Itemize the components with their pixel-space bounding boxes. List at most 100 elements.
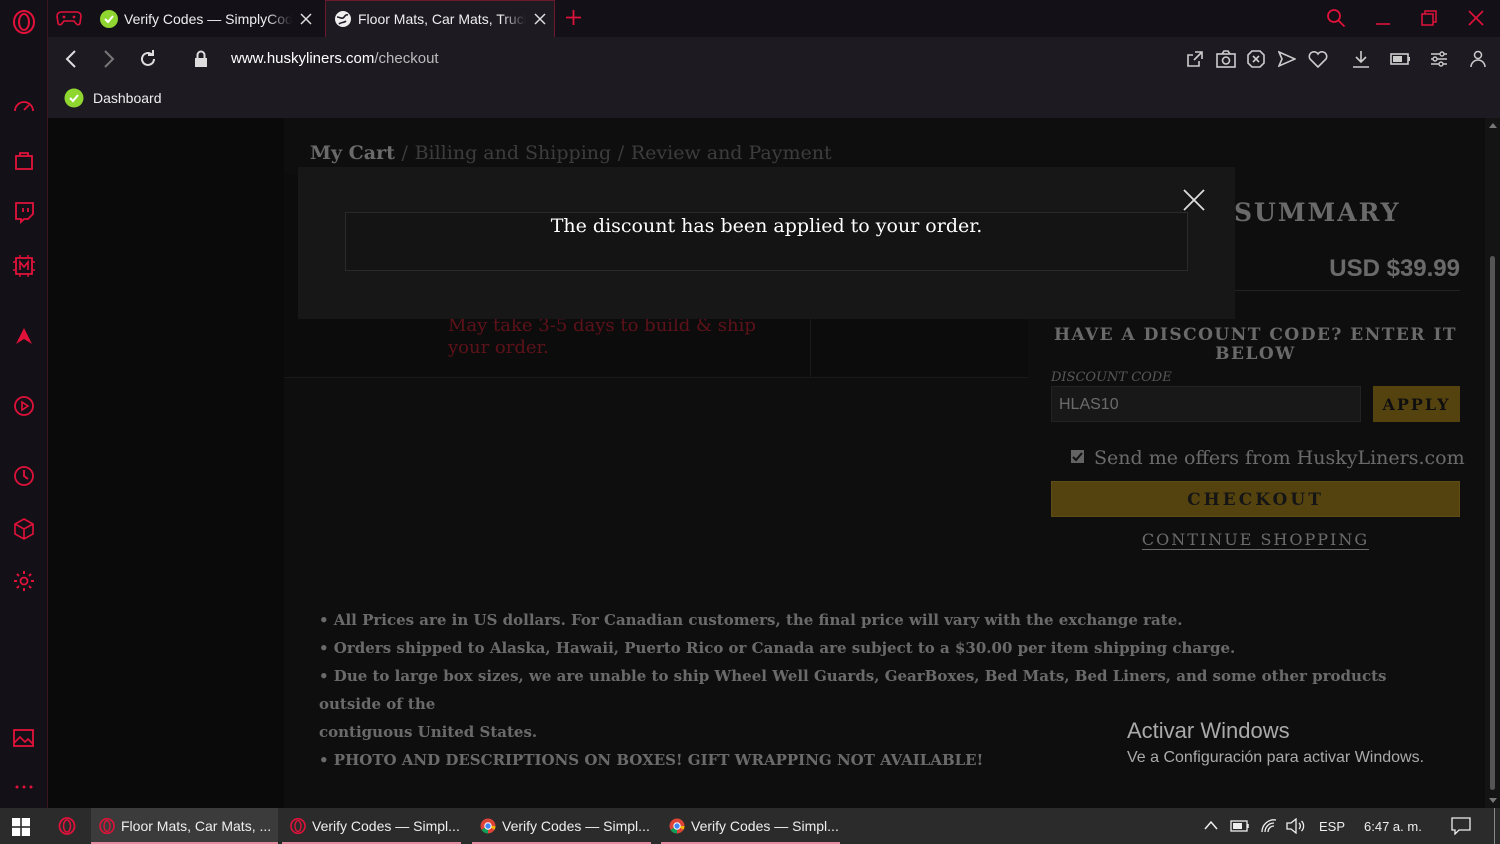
share-icon[interactable] xyxy=(1186,50,1204,68)
modal-message: The discount has been applied to your or… xyxy=(550,215,983,237)
scroll-down-icon[interactable] xyxy=(1489,798,1497,804)
chip-icon[interactable] xyxy=(12,254,36,278)
back-icon[interactable] xyxy=(64,50,78,68)
taskbar-item[interactable]: Verify Codes — Simpl... xyxy=(661,808,840,844)
search-icon[interactable] xyxy=(1326,8,1346,28)
discount-code-label: DISCOUNT CODE xyxy=(1051,370,1172,385)
taskbar-item-label: Verify Codes — Simpl... xyxy=(312,818,460,834)
forward-icon[interactable] xyxy=(102,50,116,68)
windows-start-icon[interactable] xyxy=(12,818,30,836)
apply-button[interactable]: APPLY xyxy=(1373,386,1460,422)
note-item: • All Prices are in US dollars. For Cana… xyxy=(319,611,1183,629)
breadcrumb-billing[interactable]: Billing and Shipping xyxy=(415,142,612,164)
aria-icon[interactable] xyxy=(12,324,36,348)
speed-dial-icon[interactable] xyxy=(12,95,36,119)
wifi-icon[interactable] xyxy=(1260,818,1278,834)
settings-gear-icon[interactable] xyxy=(12,569,36,593)
modal-close-icon[interactable] xyxy=(1183,189,1205,211)
page-scrollbar[interactable] xyxy=(1485,118,1500,808)
taskbar-item-label: Verify Codes — Simpl... xyxy=(691,818,839,834)
globe-icon xyxy=(334,10,352,28)
url-domain: www.huskyliners.com xyxy=(231,50,375,67)
profile-icon[interactable] xyxy=(1470,50,1486,68)
history-icon[interactable] xyxy=(12,464,36,488)
gallery-icon[interactable] xyxy=(12,726,36,750)
tab-title: Floor Mats, Car Mats, Truck xyxy=(358,11,526,27)
shopping-bag-icon[interactable] xyxy=(12,148,36,172)
battery-saver-icon[interactable] xyxy=(1390,51,1412,67)
camera-icon[interactable] xyxy=(1216,50,1236,68)
opera-menu-icon[interactable] xyxy=(12,10,36,34)
bookmarks-bar: Dashboard xyxy=(48,82,1500,118)
volume-icon[interactable] xyxy=(1286,818,1306,834)
windows-activation-subtitle: Ve a Configuración para activar Windows. xyxy=(1127,749,1425,766)
more-dots-icon[interactable] xyxy=(12,775,36,799)
tab-floor-mats[interactable]: Floor Mats, Car Mats, Truck xyxy=(325,0,555,37)
chrome-icon xyxy=(669,818,685,834)
taskbar-item[interactable]: Floor Mats, Car Mats, ... xyxy=(91,808,278,844)
opera-icon xyxy=(290,818,306,834)
clock[interactable]: 6:47 a. m. xyxy=(1364,819,1422,834)
player-icon[interactable] xyxy=(12,394,36,418)
gamepad-icon[interactable] xyxy=(56,8,82,28)
tab-title: Verify Codes — SimplyCodes xyxy=(124,10,292,27)
adblock-icon[interactable] xyxy=(1247,50,1265,68)
chrome-icon xyxy=(480,818,496,834)
breadcrumb-cart[interactable]: My Cart xyxy=(310,142,395,164)
send-icon[interactable] xyxy=(1278,50,1296,68)
tab-verify-codes[interactable]: Verify Codes — SimplyCodes xyxy=(92,0,324,37)
taskbar-item[interactable]: Verify Codes — Simpl... xyxy=(282,808,461,844)
discount-code-input[interactable]: HLAS10 xyxy=(1051,386,1361,422)
opera-icon xyxy=(99,818,115,834)
offers-checkbox[interactable] xyxy=(1071,450,1084,463)
taskbar-item-label: Verify Codes — Simpl... xyxy=(502,818,650,834)
breadcrumb-review[interactable]: Review and Payment xyxy=(631,142,832,164)
taskbar-item-label: Floor Mats, Car Mats, ... xyxy=(121,818,272,834)
extensions-cube-icon[interactable] xyxy=(12,517,36,541)
shipping-note: May take 3-5 days to build & ship your o… xyxy=(448,315,756,358)
simplycodes-icon xyxy=(64,88,84,108)
bookmark-dashboard[interactable]: Dashboard xyxy=(64,88,162,108)
close-window-icon[interactable] xyxy=(1468,10,1484,26)
battery-icon[interactable] xyxy=(1230,819,1250,833)
breadcrumb-separator: / xyxy=(401,142,408,164)
taskbar-item[interactable]: Verify Codes — Simpl... xyxy=(472,808,651,844)
simplycodes-icon xyxy=(100,9,118,28)
windows-activation-title: Activar Windows xyxy=(1127,718,1290,743)
note-item: • Orders shipped to Alaska, Hawaii, Puer… xyxy=(319,639,1236,657)
language-indicator[interactable]: ESP xyxy=(1319,819,1345,834)
discount-heading: HAVE A DISCOUNT CODE? ENTER IT BELOW xyxy=(1053,325,1458,364)
notifications-icon[interactable] xyxy=(1451,817,1471,835)
tab-bar: Verify Codes — SimplyCodes Floor Mats, C… xyxy=(0,0,1500,37)
heart-icon[interactable] xyxy=(1308,50,1328,68)
opera-pinned-icon[interactable] xyxy=(58,817,76,835)
windows-taskbar: Floor Mats, Car Mats, ... Verify Codes —… xyxy=(0,808,1500,844)
scroll-thumb[interactable] xyxy=(1490,256,1495,790)
order-total: USD $39.99 xyxy=(1329,255,1460,282)
breadcrumb-separator: / xyxy=(617,142,625,164)
lock-icon[interactable] xyxy=(194,50,208,68)
offers-label: Send me offers from HuskyLiners.com xyxy=(1094,447,1465,469)
continue-shopping-label: CONTINUE SHOPPING xyxy=(1141,530,1370,550)
modal-message-box: The discount has been applied to your or… xyxy=(345,212,1188,271)
url-path: /checkout xyxy=(374,50,439,67)
tray-chevron-up-icon[interactable] xyxy=(1204,820,1218,830)
minimize-icon[interactable] xyxy=(1375,10,1391,26)
scroll-up-icon[interactable] xyxy=(1489,122,1497,128)
discount-modal: The discount has been applied to your or… xyxy=(298,167,1235,319)
close-tab-icon[interactable] xyxy=(534,13,546,25)
close-tab-icon[interactable] xyxy=(300,12,312,25)
checkout-button[interactable]: CHECKOUT xyxy=(1051,481,1460,517)
note-item: • Due to large box sizes, we are unable … xyxy=(319,667,1387,713)
restore-icon[interactable] xyxy=(1421,10,1437,26)
continue-shopping-link[interactable]: CONTINUE SHOPPING xyxy=(1051,530,1460,550)
download-icon[interactable] xyxy=(1352,50,1370,68)
reload-icon[interactable] xyxy=(138,49,158,69)
new-tab-icon[interactable] xyxy=(565,9,582,26)
breadcrumb: My Cart / Billing and Shipping / Review … xyxy=(310,142,832,164)
bookmark-label: Dashboard xyxy=(93,90,162,106)
url-field[interactable]: www.huskyliners.com/checkout xyxy=(231,50,439,67)
twitch-icon[interactable] xyxy=(12,200,36,224)
address-bar-row: www.huskyliners.com/checkout xyxy=(48,37,1500,82)
easy-setup-icon[interactable] xyxy=(1430,50,1448,68)
